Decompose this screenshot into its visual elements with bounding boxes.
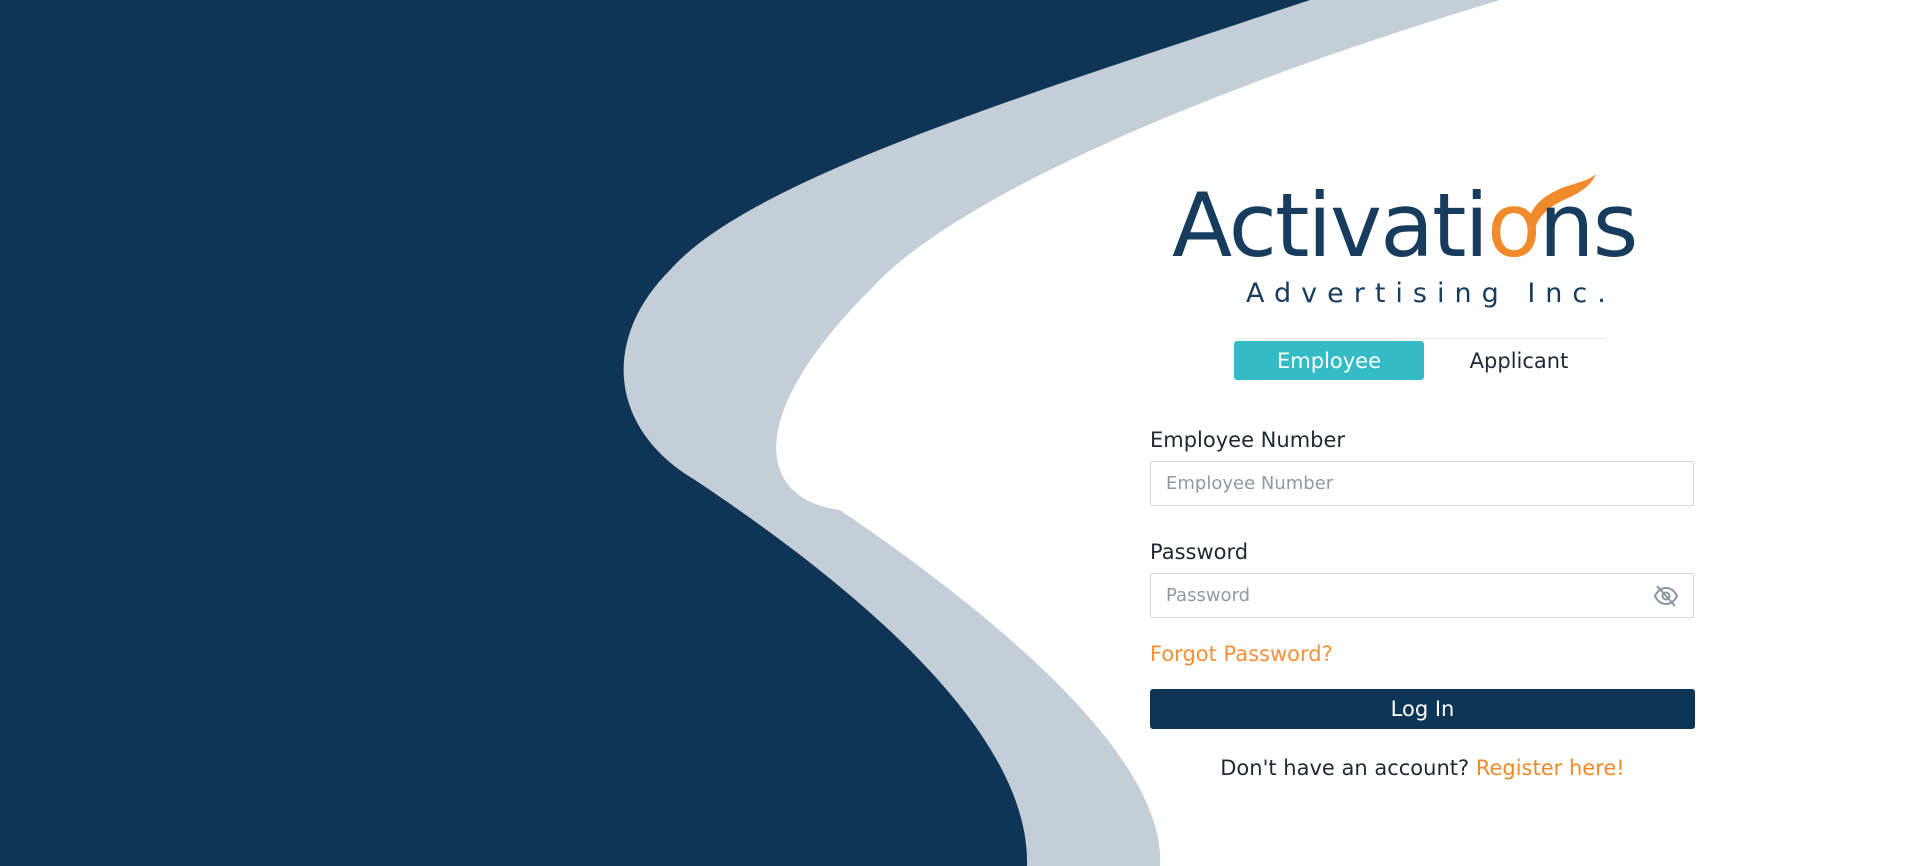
employee-number-input[interactable] [1151, 462, 1636, 505]
logo-wordmark-main: Activati [1172, 174, 1489, 277]
tab-applicant[interactable]: Applicant [1424, 341, 1614, 380]
password-label: Password [1150, 540, 1249, 564]
tab-employee[interactable]: Employee [1234, 341, 1424, 380]
password-field-box [1150, 573, 1694, 618]
register-prompt-text: Don't have an account? [1220, 756, 1470, 780]
register-prompt-line: Don't have an account? Register here! [1150, 756, 1695, 780]
employee-number-field-box [1150, 461, 1694, 506]
logo-wordmark-accent: o [1486, 174, 1541, 277]
register-link[interactable]: Register here! [1476, 756, 1625, 780]
password-input[interactable] [1151, 574, 1636, 617]
login-button[interactable]: Log In [1150, 689, 1695, 729]
logo-subtitle: Advertising Inc. [1246, 278, 1616, 309]
eye-off-icon[interactable] [1653, 584, 1679, 608]
login-page: Activations Advertising Inc. Employee Ap… [0, 0, 1919, 866]
login-type-tabs: Employee Applicant [1234, 338, 1606, 381]
logo-wordmark-tail: ns [1538, 174, 1639, 277]
background-swoosh [0, 0, 1500, 866]
company-logo: Activations Advertising Inc. [1160, 174, 1680, 315]
forgot-password-link[interactable]: Forgot Password? [1150, 642, 1333, 666]
employee-number-label: Employee Number [1150, 428, 1346, 452]
